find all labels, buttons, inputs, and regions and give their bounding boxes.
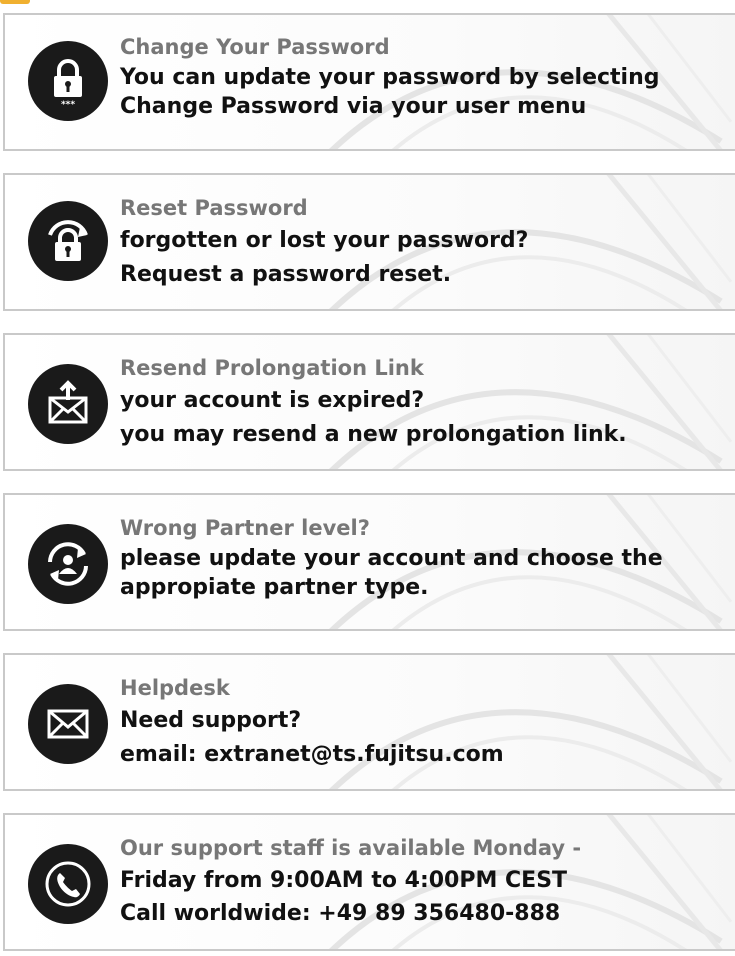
card-wrong-partner-level[interactable]: Wrong Partner level? please update your …: [3, 493, 735, 631]
card-text-line: you may resend a new prolongation link.: [120, 422, 627, 447]
card-text-line: Request a password reset.: [120, 262, 452, 287]
card-title: Change Your Password: [120, 35, 390, 59]
card-text-line: You can update your password by selectin…: [120, 65, 660, 90]
card-title: Reset Password: [120, 196, 308, 220]
support-phone-text[interactable]: Call worldwide: +49 89 356480-888: [120, 898, 725, 929]
card-text-line: Friday from 9:00AM to 4:00PM CEST: [120, 868, 568, 893]
card-text-line: Change Password via your user menu: [120, 94, 587, 119]
card-text-line: please update your account and choose th…: [120, 546, 663, 571]
user-sync-icon: [28, 524, 108, 604]
card-reset-password[interactable]: Reset Password forgotten or lost your pa…: [3, 173, 735, 311]
card-support-hours[interactable]: Our support staff is available Monday - …: [3, 813, 735, 951]
card-title: Resend Prolongation Link: [120, 356, 424, 380]
svg-text:***: ***: [61, 100, 75, 109]
card-resend-prolongation[interactable]: Resend Prolongation Link your account is…: [3, 333, 735, 471]
phone-icon: [28, 844, 108, 924]
card-text-line: Need support?: [120, 708, 302, 733]
card-title: Our support staff is available Monday -: [120, 836, 582, 860]
helpdesk-email-link[interactable]: email: extranet@ts.fujitsu.com: [120, 738, 725, 772]
card-helpdesk[interactable]: Helpdesk Need support? email: extranet@t…: [3, 653, 735, 791]
card-title: Wrong Partner level?: [120, 516, 370, 540]
card-text-line: forgotten or lost your password?: [120, 228, 529, 253]
top-accent-bar: [0, 0, 30, 4]
card-change-password[interactable]: *** Change Your Password You can update …: [3, 13, 735, 151]
mail-upload-icon: [28, 364, 108, 444]
card-title: Helpdesk: [120, 676, 230, 700]
card-text-line: your account is expired?: [120, 388, 425, 413]
lock-password-icon: ***: [28, 41, 108, 121]
envelope-icon: [28, 684, 108, 764]
card-text-line: appropiate partner type.: [120, 575, 429, 600]
lock-reset-icon: [28, 201, 108, 281]
